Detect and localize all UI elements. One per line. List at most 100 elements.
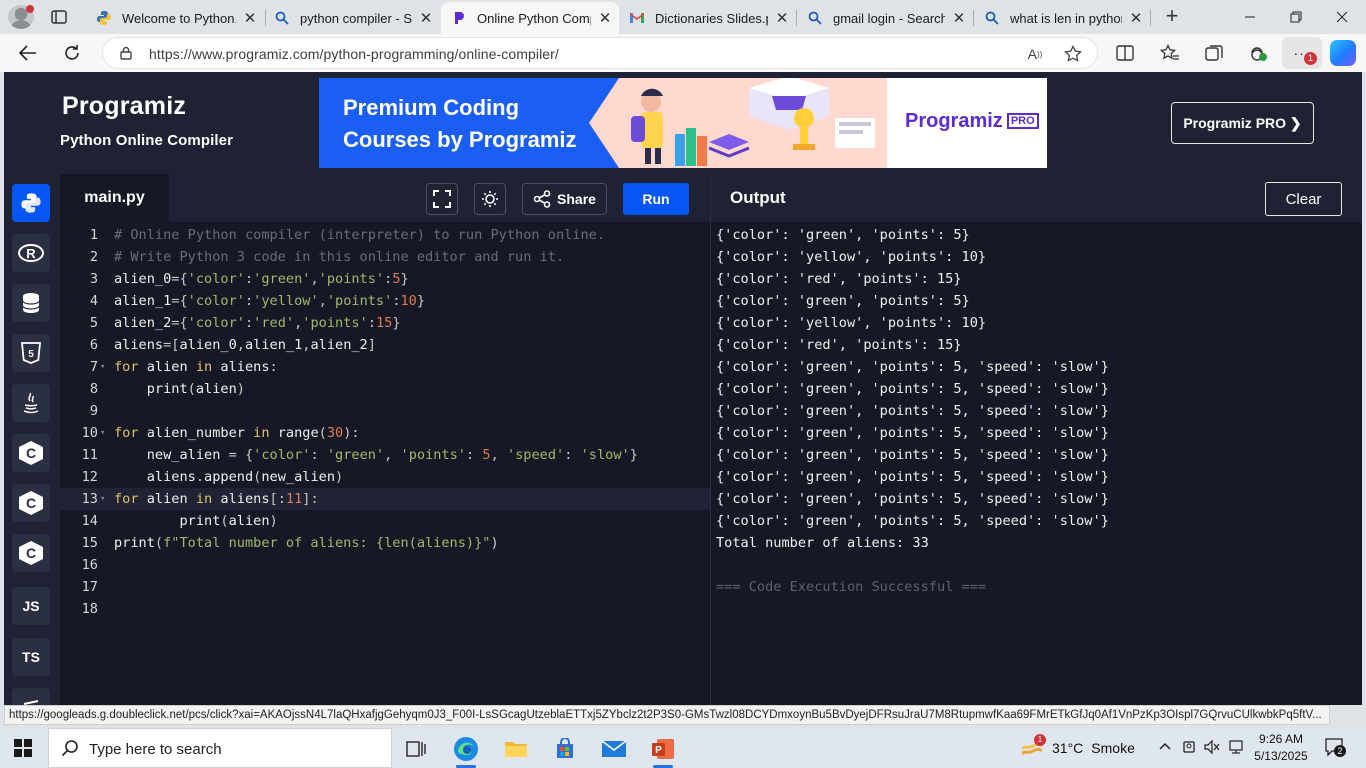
read-aloud-icon[interactable]: A)) bbox=[1025, 44, 1045, 64]
sidebar-item-sql[interactable] bbox=[12, 284, 50, 322]
address-bar[interactable]: https://www.programiz.com/python-program… bbox=[102, 37, 1098, 69]
code-area[interactable]: 1 # Online Python compiler (interpreter) … bbox=[60, 224, 710, 620]
weather-widget[interactable]: 1 31°C Smoke bbox=[1020, 734, 1140, 760]
tab-dictionaries-slides[interactable]: Dictionaries Slides.ppt ✕ bbox=[619, 2, 796, 34]
system-clock[interactable]: 9:26 AM 5/13/2025 bbox=[1246, 731, 1316, 765]
code-line[interactable]: 16 bbox=[60, 554, 710, 576]
browser-essentials-icon[interactable] bbox=[1247, 42, 1269, 64]
close-tab-icon[interactable]: ✕ bbox=[597, 9, 613, 27]
code-line[interactable]: 17 bbox=[60, 576, 710, 598]
powerpoint-icon[interactable]: P bbox=[643, 732, 683, 768]
share-button[interactable]: Share bbox=[522, 183, 607, 215]
sidebar-item-more[interactable] bbox=[12, 688, 50, 705]
tab-title: gmail login - Search bbox=[833, 10, 945, 26]
code-line[interactable]: 7 ▾ for alien in aliens: bbox=[60, 356, 710, 378]
mail-icon[interactable] bbox=[594, 732, 634, 766]
taskbar-search-box[interactable]: Type here to search bbox=[48, 728, 392, 768]
collections-icon[interactable] bbox=[1203, 42, 1225, 64]
code-line[interactable]: 4 alien_1={'color':'yellow','points':10} bbox=[60, 290, 710, 312]
back-arrow-icon[interactable] bbox=[14, 39, 42, 67]
lock-icon[interactable] bbox=[119, 46, 133, 60]
close-tab-icon[interactable]: ✕ bbox=[242, 9, 258, 27]
sidebar-item-js[interactable]: JS bbox=[12, 587, 50, 625]
code-line[interactable]: 14 print(alien) bbox=[60, 510, 710, 532]
file-tab-main-py[interactable]: main.py bbox=[60, 174, 169, 222]
programiz-pro-button[interactable]: Programiz PRO ❯ bbox=[1171, 102, 1314, 144]
code-line[interactable]: 5 alien_2={'color':'red','points':15} bbox=[60, 312, 710, 334]
favorite-star-icon[interactable] bbox=[1063, 44, 1083, 64]
task-view-icon[interactable] bbox=[396, 732, 436, 766]
line-number: 2 bbox=[89, 249, 98, 265]
line-number: 17 bbox=[81, 579, 98, 595]
code-line[interactable]: 18 bbox=[60, 598, 710, 620]
code-line[interactable]: 13 ▾ for alien in aliens[:11]: bbox=[60, 488, 710, 510]
network-icon[interactable] bbox=[1228, 739, 1246, 758]
code-line[interactable]: 8 print(alien) bbox=[60, 378, 710, 400]
code-line[interactable]: 12 aliens.append(new_alien) bbox=[60, 466, 710, 488]
edge-browser-icon[interactable] bbox=[446, 732, 486, 768]
settings-more-button[interactable]: ··· bbox=[1282, 37, 1322, 69]
tab-python-welcome[interactable]: Welcome to Python.o ✕ bbox=[86, 2, 264, 34]
tab-actions-icon[interactable] bbox=[50, 8, 68, 26]
fold-toggle-icon[interactable]: ▾ bbox=[100, 488, 110, 510]
sidebar-item-csharp[interactable]: C bbox=[12, 534, 50, 572]
sidebar-item-html[interactable]: 5 bbox=[12, 334, 50, 372]
notification-center-icon[interactable]: 2 bbox=[1324, 737, 1346, 757]
fullscreen-button[interactable] bbox=[426, 183, 458, 215]
sidebar-item-cpp[interactable]: C bbox=[12, 484, 50, 522]
code-line[interactable]: 3 alien_0={'color':'green','points':5} bbox=[60, 268, 710, 290]
windows-start-icon[interactable] bbox=[14, 739, 32, 757]
restore-window-button[interactable] bbox=[1276, 4, 1316, 30]
microsoft-store-icon[interactable] bbox=[545, 732, 585, 766]
code-line[interactable]: 6 aliens=[alien_0,alien_1,alien_2] bbox=[60, 334, 710, 356]
clear-button[interactable]: Clear bbox=[1265, 182, 1342, 216]
volume-muted-icon[interactable] bbox=[1204, 739, 1220, 758]
weather-description: Smoke bbox=[1091, 740, 1135, 756]
tab-len-python-search[interactable]: what is len in python ✕ bbox=[974, 2, 1150, 34]
code-line[interactable]: 10 ▾ for alien_number in range(30): bbox=[60, 422, 710, 444]
ad-pro-badge: PRO bbox=[1006, 113, 1039, 129]
split-screen-icon[interactable] bbox=[1114, 42, 1136, 64]
tab-gmail-login-search[interactable]: gmail login - Search ✕ bbox=[797, 2, 973, 34]
code-line[interactable]: 1 # Online Python compiler (interpreter) … bbox=[60, 224, 710, 246]
sidebar-item-ts[interactable]: TS bbox=[12, 638, 50, 676]
cpp-icon: C bbox=[19, 491, 43, 515]
sidebar-item-c[interactable]: C bbox=[12, 434, 50, 472]
close-tab-icon[interactable]: ✕ bbox=[418, 9, 434, 27]
code-text: alien_2={'color':'red','points':15} bbox=[114, 315, 401, 331]
close-tab-icon[interactable]: ✕ bbox=[951, 9, 967, 27]
code-line[interactable]: 2 # Write Python 3 code in this online ed… bbox=[60, 246, 710, 268]
copilot-icon[interactable] bbox=[1330, 40, 1356, 66]
code-line[interactable]: 15 print(f"Total number of aliens: {len(a… bbox=[60, 532, 710, 554]
close-window-button[interactable] bbox=[1322, 4, 1362, 30]
sidebar-item-r[interactable]: R bbox=[12, 234, 50, 272]
minimize-window-button[interactable] bbox=[1230, 4, 1270, 30]
favorites-icon[interactable] bbox=[1159, 42, 1181, 64]
ad-banner[interactable]: Premium Coding Courses by Programiz Prog… bbox=[319, 78, 1047, 168]
programiz-logo[interactable]: Programiz bbox=[62, 92, 186, 121]
tab-online-python-compiler[interactable]: Online Python Compil ✕ bbox=[441, 2, 619, 34]
file-explorer-icon[interactable] bbox=[496, 732, 536, 766]
code-line[interactable]: 9 bbox=[60, 400, 710, 422]
code-text: for alien_number in range(30): bbox=[114, 425, 360, 441]
output-console[interactable]: {'color': 'green', 'points': 5} {'color':… bbox=[716, 224, 1109, 598]
close-tab-icon[interactable]: ✕ bbox=[1128, 9, 1144, 27]
code-line[interactable]: 11 new_alien = {'color': 'green', 'point… bbox=[60, 444, 710, 466]
fold-toggle-icon[interactable]: ▾ bbox=[100, 356, 110, 378]
line-number: 10 bbox=[81, 425, 98, 441]
new-tab-button[interactable]: + bbox=[1160, 5, 1184, 28]
theme-toggle-button[interactable] bbox=[474, 183, 506, 215]
sidebar-item-java[interactable] bbox=[12, 384, 50, 422]
close-tab-icon[interactable]: ✕ bbox=[774, 9, 790, 27]
clock-date: 5/13/2025 bbox=[1254, 749, 1308, 763]
run-button[interactable]: Run bbox=[623, 183, 689, 215]
tab-python-compiler-search[interactable]: python compiler - Sea ✕ bbox=[264, 2, 440, 34]
fold-toggle-icon[interactable]: ▾ bbox=[100, 422, 110, 444]
meet-now-icon[interactable] bbox=[1182, 739, 1198, 758]
show-hidden-icons-chevron-icon[interactable] bbox=[1158, 739, 1172, 756]
tab-title: Online Python Compil bbox=[477, 10, 591, 26]
tab-title: Dictionaries Slides.ppt bbox=[655, 10, 768, 26]
refresh-icon[interactable] bbox=[58, 39, 86, 67]
sidebar-item-python[interactable] bbox=[12, 184, 50, 222]
tab-title: what is len in python bbox=[1010, 10, 1122, 26]
